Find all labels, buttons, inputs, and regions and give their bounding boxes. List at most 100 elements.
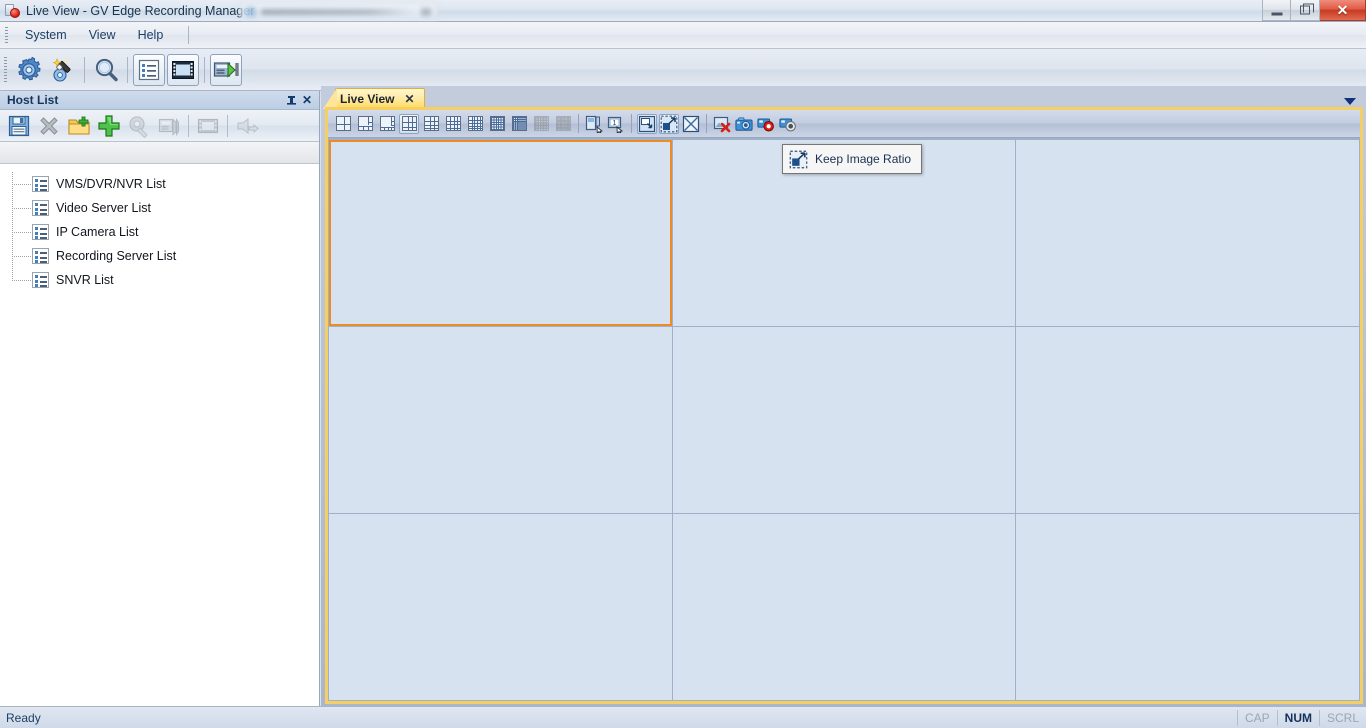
toolbar-grip-handle[interactable] [4, 56, 7, 83]
status-indicator-num: NUM [1276, 709, 1319, 726]
host-list-button[interactable] [133, 53, 165, 86]
close-all-button[interactable] [712, 114, 732, 134]
magic-wizard-button[interactable] [47, 54, 79, 86]
import-arrow-icon [237, 117, 259, 134]
tree-item-label: Recording Server List [56, 249, 177, 263]
film-icon [172, 60, 194, 79]
layout-pip-button[interactable] [355, 114, 375, 134]
pin-icon[interactable] [283, 93, 299, 108]
delete-button[interactable] [34, 112, 64, 140]
tab-strip: Live View ✕ [321, 86, 1366, 109]
close-icon[interactable]: ✕ [299, 93, 315, 108]
magnifier-icon [95, 58, 118, 81]
status-indicator-cap: CAP [1236, 709, 1277, 726]
keep-image-ratio-icon [789, 150, 808, 168]
tree-item-recording-server-list[interactable]: Recording Server List [0, 244, 319, 268]
snapshot-button[interactable] [734, 114, 754, 134]
close-button[interactable]: ✕ [1320, 0, 1366, 21]
video-grid [328, 139, 1360, 701]
camera-snapshot-icon [735, 116, 753, 131]
new-folder-icon [68, 116, 90, 135]
menu-item-view[interactable]: View [78, 24, 127, 46]
record-stop-button[interactable] [778, 114, 798, 134]
video-cell-3[interactable] [1016, 140, 1359, 326]
video-cell-1[interactable] [329, 140, 672, 326]
layout-sidebar-button[interactable] [377, 114, 397, 134]
import-button[interactable] [232, 112, 262, 140]
list-icon [32, 176, 49, 192]
fit-window-button[interactable] [637, 113, 657, 134]
toolbar-separator [84, 56, 85, 83]
layout-10x10-button[interactable] [531, 114, 551, 134]
system-configure-button[interactable] [13, 54, 45, 86]
video-cell-6[interactable] [1016, 327, 1359, 513]
video-cell-8[interactable] [672, 514, 1016, 700]
tree-item-vms-dvr-nvr-list[interactable]: VMS/DVR/NVR List [0, 172, 319, 196]
minimize-button[interactable] [1262, 0, 1291, 21]
tree-item-label: SNVR List [56, 273, 114, 287]
host-list-toolbar [0, 110, 319, 142]
layout-12x12-button[interactable] [553, 114, 573, 134]
video-cell-7[interactable] [329, 514, 672, 700]
add-host-button[interactable] [94, 112, 124, 140]
video-cell-5[interactable] [672, 327, 1016, 513]
record-start-button[interactable] [756, 114, 776, 134]
layout-3x3-button[interactable] [399, 113, 419, 134]
chevron-down-icon[interactable] [1344, 98, 1356, 105]
menu-grip-handle[interactable] [5, 26, 8, 44]
tab-close-icon[interactable]: ✕ [404, 92, 414, 106]
layout-5x5-button[interactable] [465, 114, 485, 134]
tree-item-label: VMS/DVR/NVR List [56, 177, 166, 191]
channel-name-button[interactable]: 1 [606, 114, 626, 134]
camera-select-icon [585, 115, 603, 133]
save-button[interactable] [4, 112, 34, 140]
search-button[interactable] [90, 54, 122, 86]
restore-button[interactable] [1291, 0, 1320, 21]
gear-wrench-icon [129, 115, 148, 138]
channel-name-icon: 1 [607, 116, 624, 133]
layout-3x4-button[interactable] [421, 114, 441, 134]
background-browser-tab [240, 2, 438, 20]
toolbar-separator [204, 56, 205, 83]
toolbar-separator [706, 114, 707, 133]
layout-8x8-button[interactable] [509, 114, 529, 134]
layout-1x1-button[interactable] [333, 114, 353, 134]
list-icon [138, 59, 160, 80]
toolbar-separator [631, 114, 632, 133]
window-controls: ✕ [1262, 0, 1366, 21]
camera-select-button[interactable] [584, 114, 604, 134]
tab-label: Live View [340, 91, 395, 106]
live-view-frame: 1 [325, 107, 1363, 704]
settings-button[interactable] [124, 112, 154, 140]
menu-item-help[interactable]: Help [127, 24, 175, 46]
menu-item-system[interactable]: System [14, 24, 78, 46]
tree-item-video-server-list[interactable]: Video Server List [0, 196, 319, 220]
new-folder-button[interactable] [64, 112, 94, 140]
host-list-tree: VMS/DVR/NVR List Video Server List IP Ca… [0, 164, 319, 706]
host-list-panel-caption: Host List ✕ [0, 91, 319, 110]
video-cell-9[interactable] [1016, 514, 1359, 700]
tooltip-keep-image-ratio: Keep Image Ratio [782, 144, 923, 174]
document-area: Live View ✕ 1 [321, 86, 1366, 706]
app-icon [5, 3, 21, 19]
full-screen-button[interactable] [681, 114, 701, 134]
tree-item-ip-camera-list[interactable]: IP Camera List [0, 220, 319, 244]
keep-image-ratio-button[interactable] [659, 113, 679, 134]
tab-live-view[interactable]: Live View ✕ [323, 88, 425, 109]
tree-item-snvr-list[interactable]: SNVR List [0, 268, 319, 292]
filmstrip-button[interactable] [193, 112, 223, 140]
video-button[interactable] [167, 53, 199, 86]
playback-button[interactable] [210, 53, 242, 86]
copy-host-button[interactable] [154, 112, 184, 140]
toolbar-separator [188, 114, 189, 137]
keep-image-ratio-icon [660, 115, 678, 132]
window-title: Live View - GV Edge Recording Manager [26, 3, 255, 18]
tooltip-text: Keep Image Ratio [815, 152, 912, 166]
filmstrip-icon [197, 118, 219, 133]
list-icon [32, 272, 49, 288]
layout-4x4-button[interactable] [443, 114, 463, 134]
copy-icon [158, 117, 179, 136]
live-view-toolbar: 1 [328, 110, 1360, 138]
video-cell-4[interactable] [329, 327, 672, 513]
layout-6x6-button[interactable] [487, 114, 507, 134]
